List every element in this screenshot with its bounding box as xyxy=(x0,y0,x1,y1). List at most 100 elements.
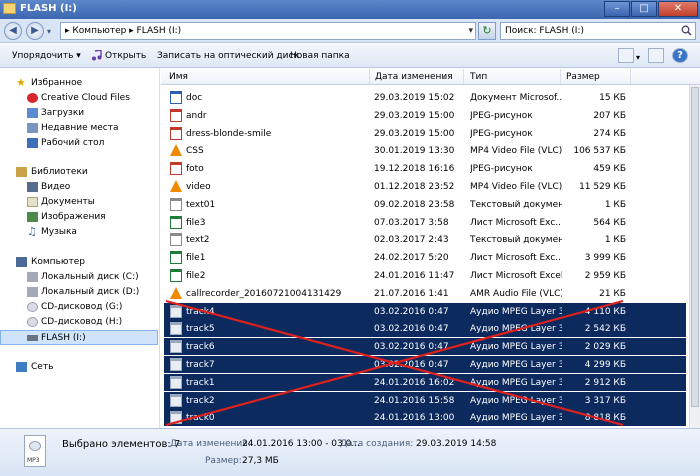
sidebar-item-creative-cloud[interactable]: Creative Cloud Files xyxy=(0,91,158,106)
column-header: Имя Дата изменения ▴ Тип Размер xyxy=(161,68,700,85)
change-view-icon[interactable] xyxy=(618,48,634,63)
sidebar-item-video[interactable]: Видео xyxy=(0,180,158,195)
size-label: Размер: xyxy=(205,456,242,466)
sidebar-item-music[interactable]: ♫ Музыка xyxy=(0,225,158,240)
vlc-icon xyxy=(170,144,182,157)
file-row[interactable]: track7 03.02.2016 0:47 Аудио MPEG Layer 3 4… xyxy=(164,356,686,373)
icon-caption: MP3 xyxy=(27,457,40,464)
file-size: 3 317 КБ xyxy=(584,395,626,406)
sidebar-item-images[interactable]: Изображения xyxy=(0,210,158,225)
file-name: track5 xyxy=(186,324,215,335)
file-date: 19.12.2018 16:16 xyxy=(374,164,455,175)
file-row[interactable]: file3 07.03.2017 3:58 Лист Microsoft Exc..… xyxy=(164,214,686,231)
chevron-down-icon[interactable]: ▾ xyxy=(468,26,473,36)
new-folder-button[interactable]: Новая папка xyxy=(290,51,350,61)
preview-pane-icon[interactable] xyxy=(648,48,664,63)
file-row[interactable]: dress-blonde-smile 29.03.2019 15:00 JPEG-р… xyxy=(164,125,686,142)
folder-icon xyxy=(3,3,16,14)
minimize-button[interactable]: – xyxy=(604,1,630,17)
file-type: Лист Microsoft Exc... xyxy=(470,253,562,264)
search-input[interactable]: Поиск: FLASH (I:) xyxy=(500,22,696,40)
title-bar: FLASH (I:) – □ ✕ xyxy=(0,0,700,19)
file-row[interactable]: video 01.12.2018 23:52 MP4 Video File (VLC… xyxy=(164,178,686,195)
file-type: Текстовый документ xyxy=(470,235,562,246)
file-name: file3 xyxy=(186,217,206,228)
created-label: Дата создания: xyxy=(340,439,414,449)
sidebar-item-label: Видео xyxy=(41,182,71,192)
column-type[interactable]: Тип xyxy=(470,72,487,82)
file-type: Лист Microsoft Exc... xyxy=(470,217,562,228)
help-icon[interactable]: ? xyxy=(672,48,688,63)
refresh-button[interactable]: ↻ xyxy=(478,22,496,40)
sidebar-item-recent[interactable]: Недавние места xyxy=(0,121,158,136)
file-row[interactable]: track6 03.02.2016 0:47 Аудио MPEG Layer 3 2… xyxy=(164,338,686,356)
sidebar-item-flash[interactable]: FLASH (I:) xyxy=(0,330,158,345)
file-row[interactable]: track2 24.01.2016 15:58 Аудио MPEG Layer 3… xyxy=(164,391,686,409)
burn-disc-button[interactable]: Записать на оптический диск xyxy=(157,51,299,61)
file-row[interactable]: doc 29.03.2019 15:02 Документ Microsof... 1… xyxy=(164,89,686,106)
file-name: foto xyxy=(186,164,204,175)
file-row[interactable]: andr 29.03.2019 15:00 JPEG-рисунок 207 КБ xyxy=(164,107,686,124)
file-size: 2 029 КБ xyxy=(584,342,626,353)
file-row[interactable]: track0 24.01.2016 13:00 Аудио MPEG Layer 3… xyxy=(164,409,686,427)
sidebar-item-cd-h[interactable]: CD-дисковод (H:) xyxy=(0,315,158,330)
file-date: 29.03.2019 15:02 xyxy=(374,93,455,103)
file-date: 24.02.2017 5:20 xyxy=(374,253,449,264)
window-controls: – □ ✕ xyxy=(604,1,698,17)
column-divider[interactable] xyxy=(560,69,561,84)
column-size[interactable]: Размер xyxy=(566,72,600,82)
sidebar-item-downloads[interactable]: Загрузки xyxy=(0,106,158,121)
file-name: video xyxy=(186,182,211,192)
sidebar-item-documents[interactable]: Документы xyxy=(0,195,158,210)
sidebar-item-libraries[interactable]: Библиотеки xyxy=(0,165,158,180)
column-divider[interactable] xyxy=(630,69,631,84)
text-file-icon xyxy=(170,197,182,211)
file-type: Аудио MPEG Layer 3 xyxy=(470,306,562,317)
file-type: JPEG-рисунок xyxy=(470,164,533,175)
file-list[interactable]: doc 29.03.2019 15:02 Документ Microsof... 1… xyxy=(161,85,689,428)
sidebar-item-cd-g[interactable]: CD-дисковод (G:) xyxy=(0,300,158,315)
file-row[interactable]: text2 02.03.2017 2:43 Текстовый документ 1 … xyxy=(164,231,686,248)
file-name: CSS xyxy=(186,146,204,157)
column-divider[interactable] xyxy=(369,69,370,84)
sidebar-item-network[interactable]: Сеть xyxy=(0,360,158,375)
recent-places-icon xyxy=(27,123,38,133)
file-row[interactable]: text01 09.02.2018 23:58 Текстовый документ… xyxy=(164,196,686,213)
file-row[interactable]: CSS 30.01.2019 13:30 MP4 Video File (VLC) 1… xyxy=(164,142,686,159)
file-row[interactable]: track1 24.01.2016 16:02 Аудио MPEG Layer 3… xyxy=(164,373,686,391)
file-row[interactable]: track4 03.02.2016 0:47 Аудио MPEG Layer 3 4… xyxy=(164,302,686,320)
file-row[interactable]: track5 03.02.2016 0:47 Аудио MPEG Layer 3 2… xyxy=(164,320,686,338)
vertical-scrollbar[interactable] xyxy=(689,85,700,428)
sidebar-item-label: Избранное xyxy=(31,78,83,88)
file-row[interactable]: foto 19.12.2018 16:16 JPEG-рисунок 459 КБ xyxy=(164,160,686,177)
sidebar-item-label: Музыка xyxy=(41,227,77,237)
search-icon[interactable] xyxy=(681,25,692,36)
sidebar-item-computer[interactable]: Компьютер xyxy=(0,255,158,270)
file-type: Документ Microsof... xyxy=(470,93,562,103)
forward-button[interactable]: ▶ xyxy=(26,22,44,40)
size-value: 27,3 МБ xyxy=(242,456,279,466)
open-button[interactable]: Открыть xyxy=(105,51,146,61)
sidebar-item-favorites[interactable]: ★ Избранное xyxy=(0,76,158,91)
sidebar-item-disk-c[interactable]: Локальный диск (C:) xyxy=(0,270,158,285)
scrollbar-thumb[interactable] xyxy=(691,87,699,407)
view-options-dropdown-icon[interactable]: ▾ xyxy=(636,53,640,62)
jpeg-icon xyxy=(170,126,182,140)
file-row[interactable]: file1 24.02.2017 5:20 Лист Microsoft Exc..… xyxy=(164,249,686,266)
address-bar[interactable]: ▸ Компьютер ▸ FLASH (I:) ▾ xyxy=(60,22,476,40)
close-button[interactable]: ✕ xyxy=(658,1,698,17)
file-row[interactable]: callrecorder_20160721004131429 21.07.2016… xyxy=(164,285,686,302)
back-button[interactable]: ◀ xyxy=(4,22,22,40)
address-path: ▸ Компьютер ▸ FLASH (I:) xyxy=(65,26,182,36)
file-type: Текстовый документ xyxy=(470,199,562,210)
file-date: 03.02.2016 0:47 xyxy=(374,306,449,317)
sidebar-item-disk-d[interactable]: Локальный диск (D:) xyxy=(0,285,158,300)
organize-button[interactable]: Упорядочить ▾ xyxy=(12,51,81,61)
column-name[interactable]: Имя xyxy=(169,72,188,82)
file-row[interactable]: file2 24.01.2016 11:47 Лист Microsoft Exce… xyxy=(164,267,686,284)
maximize-button[interactable]: □ xyxy=(631,1,657,17)
recent-pages-dropdown-icon[interactable]: ▾ xyxy=(47,27,51,36)
sidebar-item-desktop[interactable]: Рабочий стол xyxy=(0,136,158,151)
column-divider[interactable] xyxy=(463,69,464,84)
text-file-icon xyxy=(170,233,182,247)
